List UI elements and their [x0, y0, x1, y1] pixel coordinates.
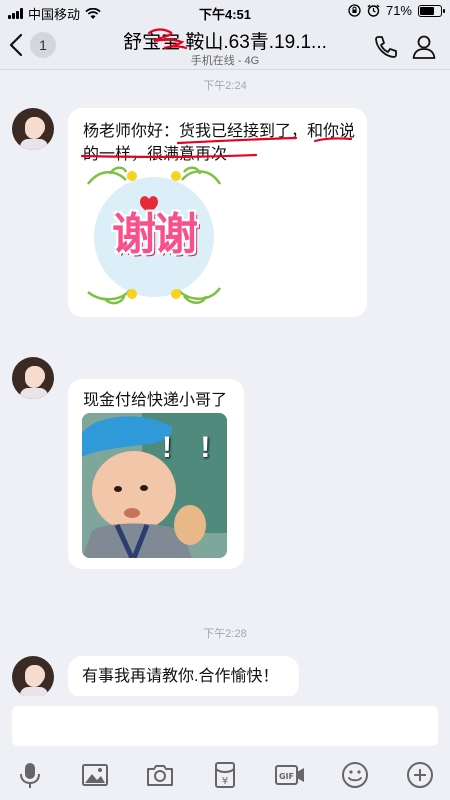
- camera-icon[interactable]: [145, 760, 175, 790]
- unread-badge: 1: [30, 32, 56, 58]
- back-button[interactable]: 1: [6, 32, 56, 58]
- message-input[interactable]: [12, 706, 438, 746]
- alarm-icon: [367, 4, 380, 17]
- timestamp: 下午2:28: [203, 628, 247, 640]
- plus-icon[interactable]: [405, 760, 435, 790]
- avatar-shirt: [20, 388, 48, 399]
- avatar[interactable]: [12, 108, 54, 150]
- chat-title[interactable]: 舒宝宝.鞍山.63青.19.1...: [110, 27, 340, 54]
- svg-text:¥: ¥: [222, 776, 228, 787]
- phone-icon[interactable]: [372, 33, 400, 61]
- microphone-icon[interactable]: [15, 760, 45, 790]
- message-text: 有事我再请教你.合作愉快！: [82, 668, 279, 685]
- status-right: 71%: [348, 3, 445, 18]
- sticker-exclamation-text: ! !: [162, 431, 221, 464]
- online-status: 手机在线 - 4G: [190, 55, 260, 67]
- surprised-baby-sticker[interactable]: ! !: [82, 413, 227, 558]
- orientation-lock-icon: [348, 4, 361, 17]
- thanks-sticker[interactable]: 谢谢: [80, 162, 228, 308]
- message-bubble[interactable]: 有事我再请教你.合作愉快！: [68, 656, 299, 698]
- battery-icon: [418, 4, 445, 17]
- red-underline-annotation: [80, 136, 353, 159]
- avatar-face: [25, 665, 43, 687]
- battery-fill: [420, 6, 435, 15]
- avatar-face: [25, 366, 43, 388]
- message-text: 现金付给快递小哥了: [83, 392, 228, 409]
- status-bar: 中国移动 下午4:51 71%: [0, 0, 450, 22]
- timestamp: 下午2:24: [203, 80, 247, 92]
- gif-icon[interactable]: GIF: [274, 760, 306, 790]
- chat-header: 1 舒宝宝.鞍山.63青.19.1... 手机在线 - 4G: [0, 22, 450, 70]
- battery-percent: 71%: [385, 3, 412, 18]
- svg-text:GIF: GIF: [279, 772, 294, 781]
- avatar[interactable]: [12, 357, 54, 399]
- emoji-icon[interactable]: [340, 760, 370, 790]
- chevron-left-icon: [9, 33, 23, 57]
- thanks-sticker-text: 谢谢: [112, 209, 198, 260]
- avatar[interactable]: [12, 656, 54, 698]
- person-icon[interactable]: [410, 33, 438, 61]
- avatar-shirt: [20, 139, 48, 150]
- image-icon[interactable]: [80, 760, 110, 790]
- red-packet-icon[interactable]: ¥: [210, 760, 240, 790]
- avatar-face: [25, 117, 43, 139]
